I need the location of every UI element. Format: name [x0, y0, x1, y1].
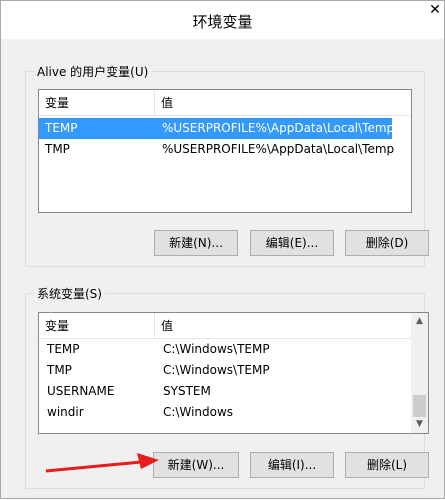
- red-arrow-icon: [45, 453, 159, 473]
- environment-variables-dialog: 环境变量 ✕ Alive 的用户变量(U) 变量 值 TEMP %USERPRO…: [0, 0, 445, 499]
